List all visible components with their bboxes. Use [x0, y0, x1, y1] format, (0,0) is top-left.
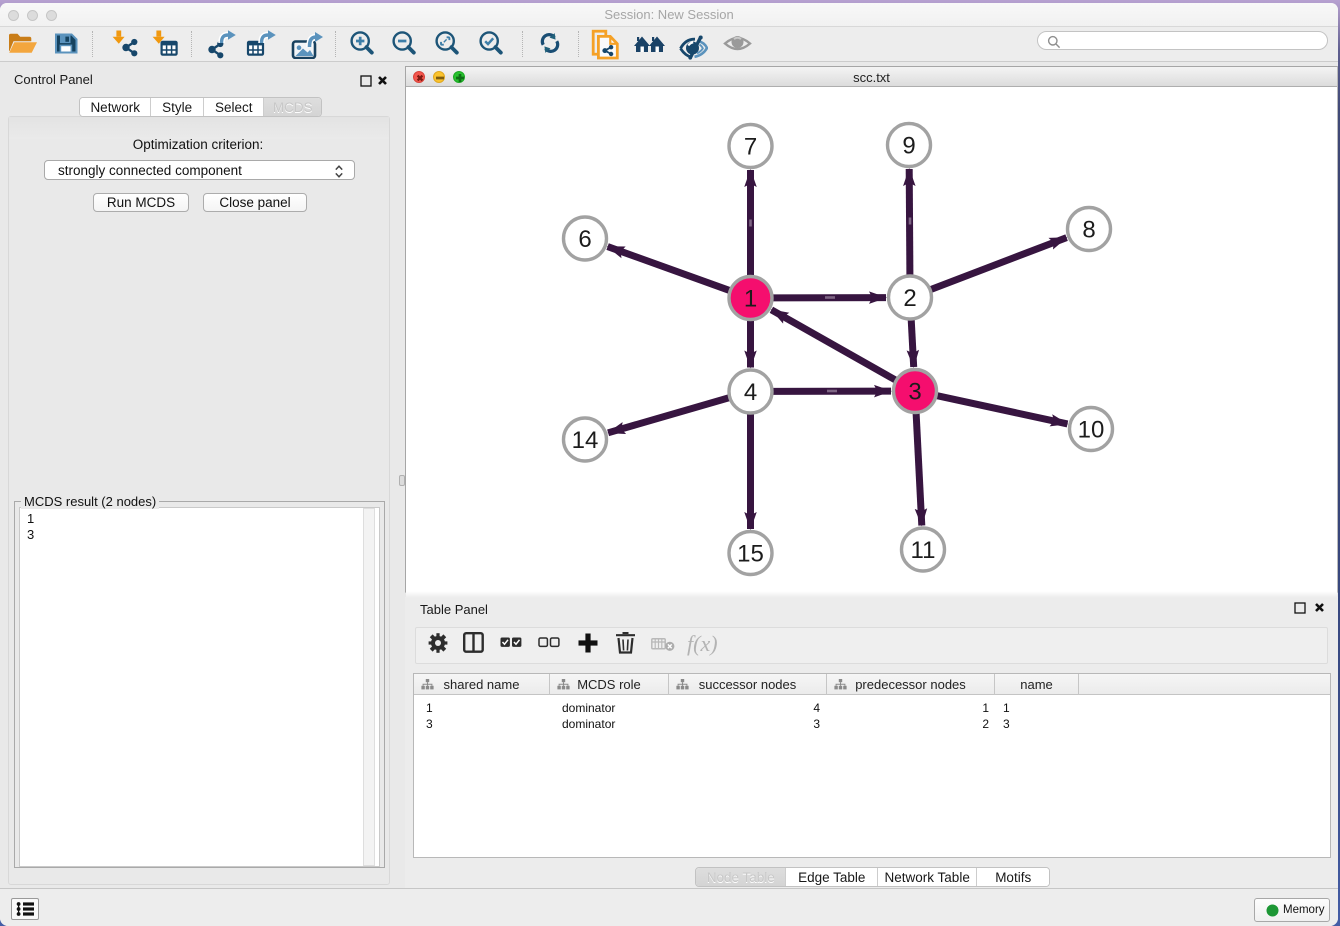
svg-text:11: 11 [911, 537, 936, 564]
svg-text:2: 2 [903, 285, 916, 312]
svg-text:15: 15 [737, 541, 764, 568]
svg-text:6: 6 [578, 226, 591, 253]
svg-text:8: 8 [1082, 217, 1095, 244]
svg-text:3: 3 [908, 379, 921, 406]
svg-text:4: 4 [744, 379, 757, 406]
svg-text:9: 9 [902, 133, 915, 160]
svg-text:1: 1 [744, 286, 757, 313]
svg-text:14: 14 [572, 427, 599, 454]
svg-text:7: 7 [744, 134, 757, 161]
svg-text:10: 10 [1078, 417, 1105, 444]
